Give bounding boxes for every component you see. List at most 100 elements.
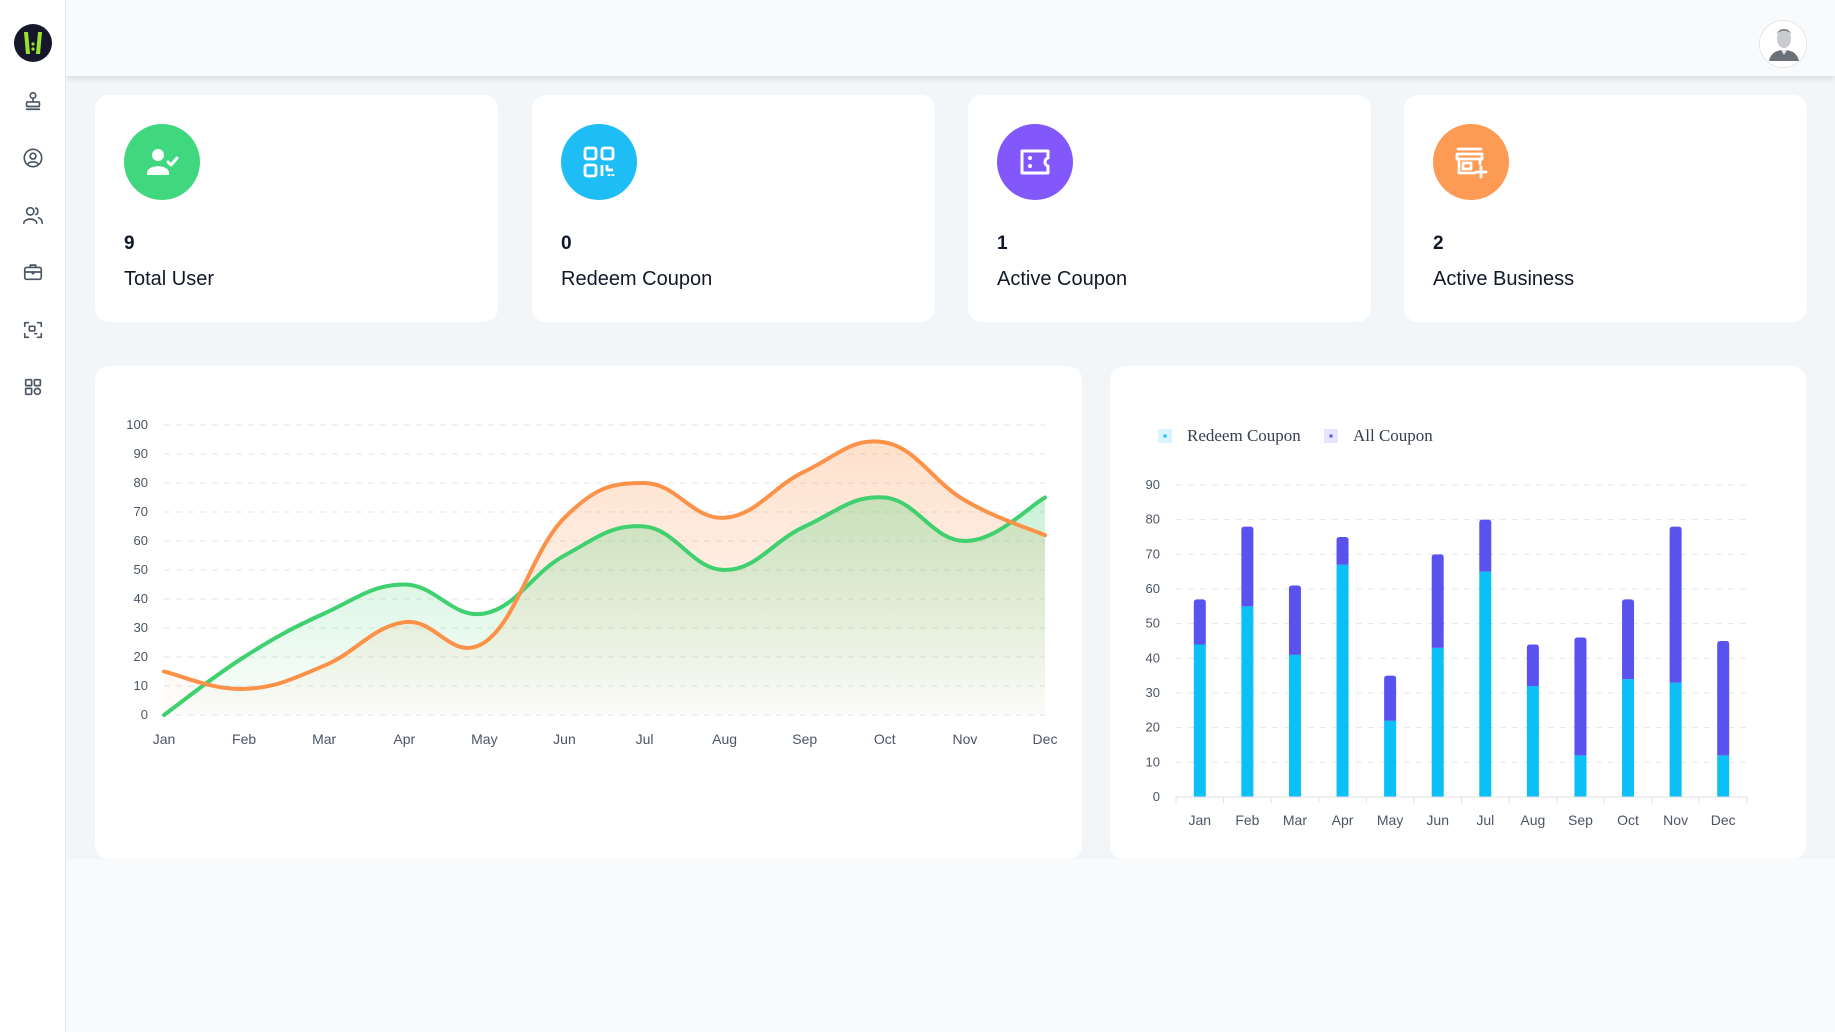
line-chart: 0 10 20 30 40 50 60 70 80 90 100 Jan Feb Mar Apr May Ju… <box>126 417 1058 747</box>
x-tick-label: Feb <box>232 731 256 747</box>
bar-all-coupon[interactable] <box>1669 526 1682 683</box>
user-avatar[interactable] <box>1759 20 1807 68</box>
y-tick-label: 40 <box>134 591 148 606</box>
y-tick-label: 10 <box>1146 754 1160 769</box>
logo-icon <box>24 32 42 54</box>
stat-card-redeem-coupon[interactable]: 0 Redeem Coupon <box>532 95 935 322</box>
y-tick-label: 20 <box>1146 720 1160 735</box>
bar-redeem-coupon[interactable] <box>1241 606 1254 797</box>
top-header <box>66 0 1835 76</box>
stat-label: Redeem Coupon <box>561 268 713 290</box>
sidebar-item-users[interactable] <box>21 203 45 227</box>
x-tick-label: Aug <box>1520 812 1545 828</box>
stat-icon-bg <box>1433 124 1509 200</box>
x-tick-label: Mar <box>1283 812 1307 828</box>
bar-all-coupon[interactable] <box>1526 644 1539 687</box>
x-tick-label: Mar <box>312 731 336 747</box>
legend-item[interactable]: Redeem Coupon <box>1158 426 1301 445</box>
bar-all-coupon[interactable] <box>1622 599 1635 680</box>
main-content: 9 Total User 0 Redeem Coupon 1 Active Co… <box>66 76 1835 859</box>
x-tick-label: Dec <box>1711 812 1736 828</box>
x-tick-label: Jul <box>636 731 654 747</box>
bar-redeem-coupon[interactable] <box>1384 720 1397 797</box>
bar-redeem-coupon[interactable] <box>1336 564 1349 797</box>
y-tick-label: 70 <box>134 504 148 519</box>
bar-redeem-coupon[interactable] <box>1622 679 1635 797</box>
bar-redeem-coupon[interactable] <box>1526 686 1539 797</box>
legend-item[interactable]: All Coupon <box>1324 426 1433 445</box>
x-tick-label: Oct <box>874 731 896 747</box>
bar-redeem-coupon[interactable] <box>1431 647 1444 797</box>
x-tick-label: Dec <box>1033 731 1058 747</box>
bar-redeem-coupon[interactable] <box>1288 654 1301 797</box>
bar-all-coupon[interactable] <box>1431 554 1444 648</box>
stat-card-active-business[interactable]: 2 Active Business <box>1404 95 1807 322</box>
bar-redeem-coupon[interactable] <box>1574 755 1587 797</box>
stat-value: 1 <box>997 233 1008 254</box>
y-tick-label: 30 <box>1146 685 1160 700</box>
bar-all-coupon[interactable] <box>1384 675 1397 721</box>
x-tick-label: Apr <box>393 731 415 747</box>
bar-all-coupon[interactable] <box>1574 637 1587 756</box>
sidebar-item-business[interactable] <box>21 260 45 284</box>
bar-all-coupon[interactable] <box>1193 599 1206 645</box>
y-tick-label: 100 <box>126 417 148 432</box>
x-tick-label: Jun <box>1426 812 1449 828</box>
y-tick-label: 40 <box>1146 650 1160 665</box>
stat-value: 0 <box>561 233 572 254</box>
user-circle-icon <box>23 148 43 168</box>
bar-redeem-coupon[interactable] <box>1669 682 1682 797</box>
x-tick-label: Nov <box>952 731 977 747</box>
bar-all-coupon[interactable] <box>1717 641 1730 756</box>
bar-all-coupon[interactable] <box>1479 519 1492 572</box>
legend-marker-dot <box>1163 434 1167 438</box>
sidebar-item-stamp[interactable] <box>21 89 45 113</box>
y-tick-label: 60 <box>1146 581 1160 596</box>
y-tick-label: 0 <box>1153 789 1160 804</box>
stat-card-active-coupon[interactable]: 1 Active Coupon <box>968 95 1371 322</box>
bar-redeem-coupon[interactable] <box>1717 755 1730 797</box>
sidebar-item-scan[interactable] <box>21 318 45 342</box>
x-tick-label: Jun <box>553 731 576 747</box>
line-chart-card: 0 10 20 30 40 50 60 70 80 90 100 Jan Feb Mar Apr May Ju… <box>95 366 1082 859</box>
app-logo[interactable] <box>14 24 52 62</box>
stamp-icon <box>25 91 41 111</box>
legend-marker-dot <box>1329 434 1333 438</box>
sidebar-item-profile[interactable] <box>21 146 45 170</box>
x-tick-label: Jan <box>153 731 176 747</box>
bar-all-coupon[interactable] <box>1336 537 1349 565</box>
y-tick-label: 80 <box>1146 512 1160 527</box>
x-tick-label: Nov <box>1663 812 1688 828</box>
x-tick-label: May <box>1377 812 1403 828</box>
stat-label: Active Coupon <box>997 268 1128 290</box>
stat-icon-bg <box>561 124 637 200</box>
legend-label: Redeem Coupon <box>1187 426 1301 445</box>
y-tick-label: 60 <box>134 533 148 548</box>
grid-icon <box>24 378 42 396</box>
x-tick-label: Jul <box>1476 812 1494 828</box>
qr-code-icon <box>583 146 615 178</box>
x-tick-label: Sep <box>792 731 817 747</box>
y-tick-label: 90 <box>1146 477 1160 492</box>
y-tick-label: 50 <box>134 562 148 577</box>
x-tick-label: Sep <box>1568 812 1593 828</box>
user-check-icon <box>147 149 179 175</box>
y-tick-label: 50 <box>1146 616 1160 631</box>
stat-label: Total User <box>124 268 215 290</box>
y-tick-label: 80 <box>134 475 148 490</box>
bar-all-coupon[interactable] <box>1241 526 1254 607</box>
y-tick-label: 0 <box>141 707 148 722</box>
store-add-icon <box>1455 147 1488 179</box>
scan-icon <box>23 321 43 339</box>
stat-value: 9 <box>124 233 135 254</box>
bar-redeem-coupon[interactable] <box>1193 644 1206 797</box>
sidebar-item-dashboard[interactable] <box>21 375 45 399</box>
stat-icon-bg <box>997 124 1073 200</box>
y-tick-label: 90 <box>134 446 148 461</box>
avatar-icon <box>1761 22 1806 67</box>
bar-chart: Redeem Coupon All Coupon 0 10 20 30 40 50 60 70 8… <box>1146 426 1748 828</box>
stat-card-total-user[interactable]: 9 Total User <box>95 95 498 322</box>
bar-all-coupon[interactable] <box>1288 585 1301 655</box>
y-tick-label: 10 <box>134 678 148 693</box>
bar-redeem-coupon[interactable] <box>1479 571 1492 797</box>
